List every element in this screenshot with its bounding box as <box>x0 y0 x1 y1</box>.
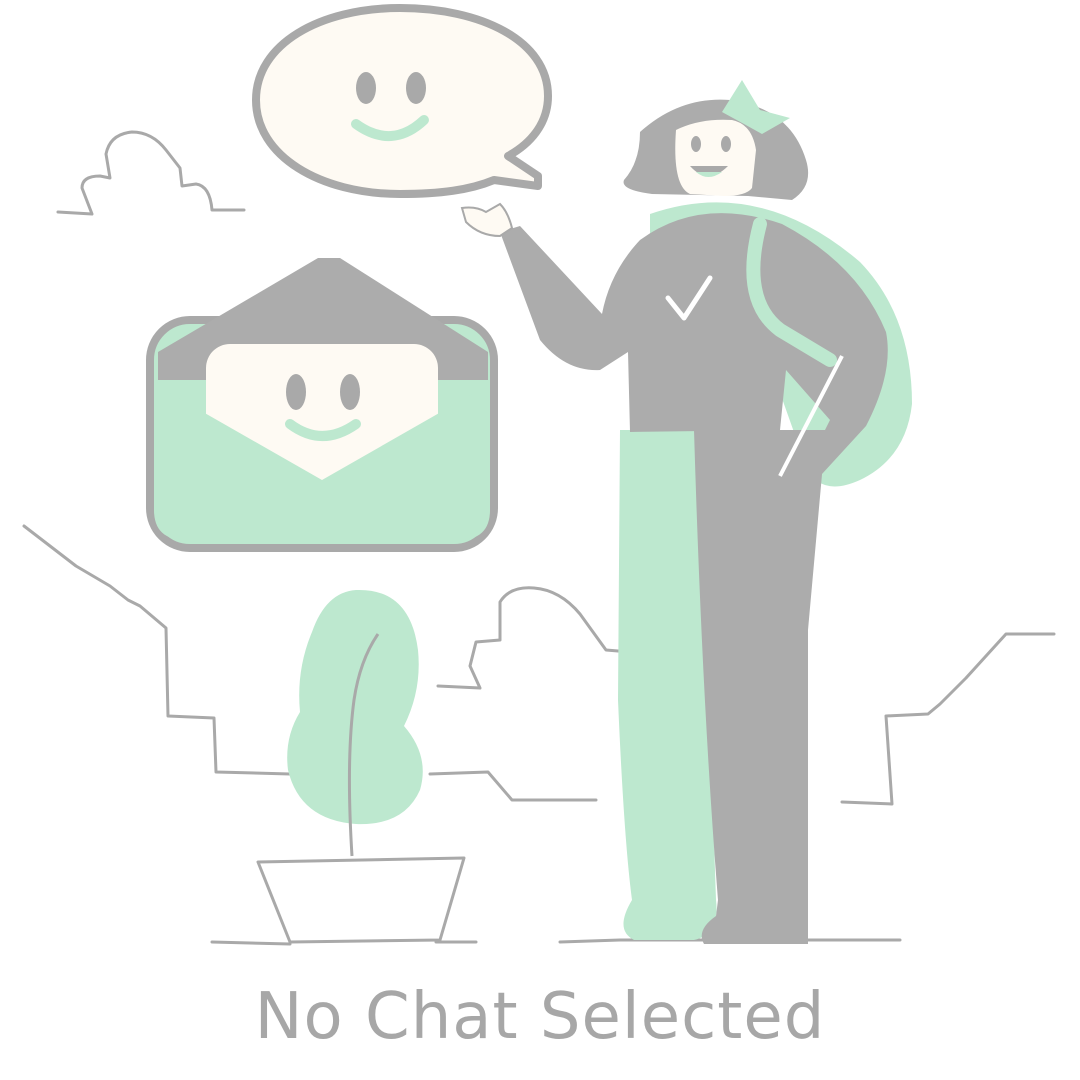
speech-bubble-shape <box>252 4 552 198</box>
girl-face <box>675 119 756 196</box>
potted-plant <box>256 589 466 944</box>
plant-foliage <box>287 589 423 825</box>
ledge-middle-outline <box>428 770 598 802</box>
bubble-left-eye <box>356 72 376 104</box>
girl-waving-hand <box>460 202 514 238</box>
ground-line-left <box>210 940 292 946</box>
bubble-right-eye <box>406 72 426 104</box>
wall-left-outline <box>22 524 292 776</box>
girl-right-eye <box>721 136 731 152</box>
letter-left-eye <box>286 374 306 410</box>
no-chat-selected-title: No Chat Selected <box>254 980 826 1054</box>
envelope-icon <box>146 258 498 552</box>
speech-bubble <box>252 4 552 198</box>
girl-left-eye <box>691 136 701 152</box>
wall-right-outline <box>840 632 1056 806</box>
empty-state-illustration <box>22 4 1056 946</box>
empty-chat-panel: No Chat Selected <box>0 0 1080 1080</box>
girl-character <box>460 80 912 944</box>
cloud-left-outline <box>56 130 246 216</box>
plant-pot <box>256 856 466 944</box>
letter-right-eye <box>340 374 360 410</box>
